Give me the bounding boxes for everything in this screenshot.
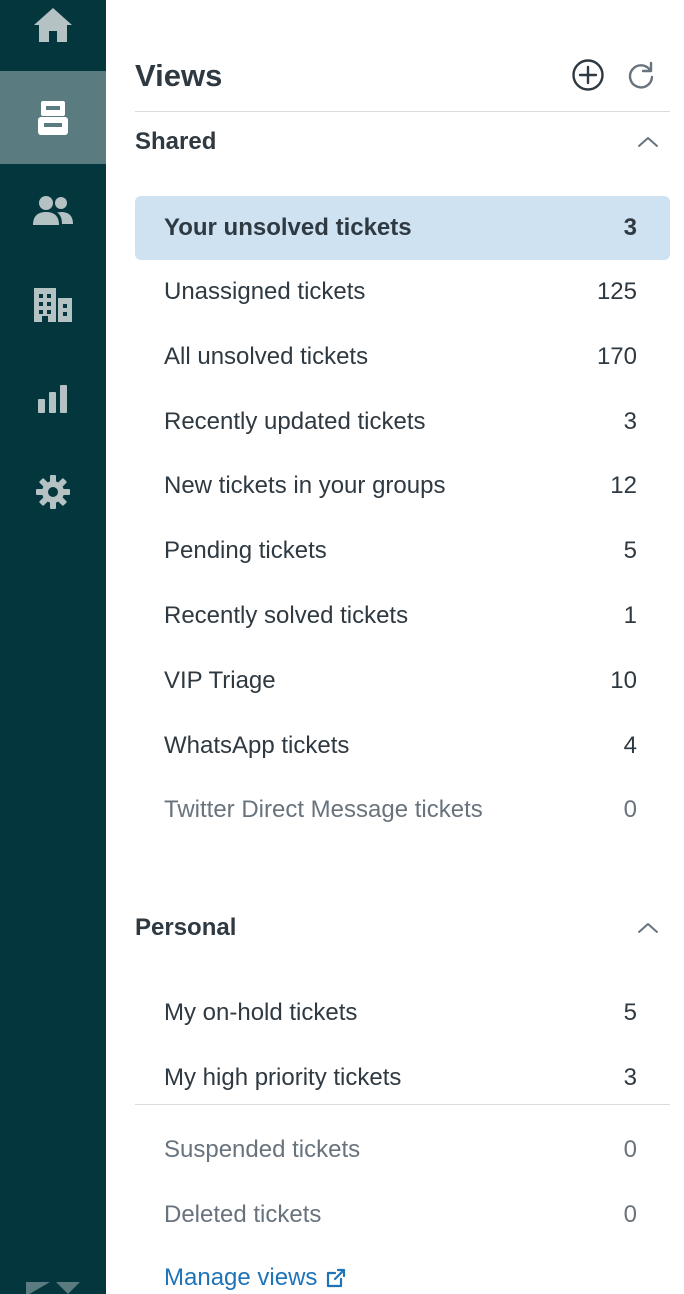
nav-home[interactable]	[0, 0, 106, 71]
organizations-icon	[34, 287, 72, 322]
view-row-recently-solved-tickets[interactable]: Recently solved tickets 1	[135, 584, 670, 648]
view-count: 10	[610, 667, 637, 694]
system-divider	[135, 1104, 670, 1105]
view-row-vip-triage[interactable]: VIP Triage 10	[135, 649, 670, 713]
view-label: My on-hold tickets	[164, 999, 358, 1026]
view-count: 170	[596, 343, 637, 370]
views-icon	[38, 100, 68, 135]
admin-gear-icon	[36, 474, 70, 509]
view-row-new-tickets-in-your-groups[interactable]: New tickets in your groups 12	[135, 454, 670, 518]
view-label: Recently solved tickets	[164, 602, 409, 629]
view-label: Your unsolved tickets	[164, 214, 412, 241]
header-divider	[135, 111, 670, 112]
personal-section-title: Personal	[135, 914, 237, 941]
view-count: 1	[623, 602, 637, 629]
nav-customers[interactable]	[0, 164, 106, 257]
view-count: 125	[596, 278, 637, 305]
nav-reporting[interactable]	[0, 352, 106, 445]
plus-circle-icon	[572, 59, 604, 91]
view-row-whatsapp-tickets[interactable]: WhatsApp tickets 4	[135, 714, 670, 778]
zendesk-logo-icon	[26, 1282, 80, 1294]
view-count: 4	[623, 732, 637, 759]
view-count: 0	[623, 1201, 637, 1228]
shared-section-title: Shared	[135, 128, 217, 155]
view-row-twitter-dm-tickets[interactable]: Twitter Direct Message tickets 0	[135, 778, 670, 842]
external-link-icon	[327, 1268, 346, 1288]
view-count: 3	[623, 408, 637, 435]
view-row-unassigned-tickets[interactable]: Unassigned tickets 125	[135, 260, 670, 324]
manage-views-label: Manage views	[164, 1264, 318, 1291]
home-icon	[34, 7, 72, 42]
view-row-my-on-hold-tickets[interactable]: My on-hold tickets 5	[135, 981, 670, 1045]
view-label: Pending tickets	[164, 537, 327, 564]
reporting-icon	[38, 384, 67, 413]
add-view-button[interactable]	[571, 58, 605, 92]
nav-organizations[interactable]	[0, 258, 106, 351]
page-title: Views	[135, 58, 223, 93]
view-count: 5	[623, 999, 637, 1026]
view-label: My high priority tickets	[164, 1064, 402, 1091]
nav-views[interactable]	[0, 71, 106, 164]
view-count: 5	[623, 537, 637, 564]
view-row-recently-updated-tickets[interactable]: Recently updated tickets 3	[135, 390, 670, 454]
chevron-up-icon[interactable]	[636, 134, 660, 150]
manage-views-link[interactable]: Manage views	[164, 1264, 347, 1292]
view-count: 3	[623, 214, 637, 241]
customers-icon	[33, 195, 73, 225]
view-label: WhatsApp tickets	[164, 732, 350, 759]
view-label: All unsolved tickets	[164, 343, 369, 370]
nav-rail	[0, 0, 106, 1294]
refresh-views-button[interactable]	[624, 58, 658, 92]
view-label: VIP Triage	[164, 667, 276, 694]
view-label: Twitter Direct Message tickets	[164, 796, 483, 823]
view-label: Deleted tickets	[164, 1201, 322, 1228]
view-row-my-high-priority-tickets[interactable]: My high priority tickets 3	[135, 1046, 670, 1110]
view-row-all-unsolved-tickets[interactable]: All unsolved tickets 170	[135, 325, 670, 389]
view-label: Recently updated tickets	[164, 408, 426, 435]
refresh-icon	[628, 61, 654, 89]
view-row-pending-tickets[interactable]: Pending tickets 5	[135, 519, 670, 583]
view-label: New tickets in your groups	[164, 472, 446, 499]
view-label: Suspended tickets	[164, 1136, 361, 1163]
view-row-deleted-tickets[interactable]: Deleted tickets 0	[135, 1183, 670, 1247]
nav-admin[interactable]	[0, 445, 106, 538]
view-count: 12	[610, 472, 637, 499]
view-count: 0	[623, 796, 637, 823]
chevron-up-icon[interactable]	[636, 920, 660, 936]
view-count: 0	[623, 1136, 637, 1163]
views-panel: Views Shared Your unsolved tickets 3 Una…	[106, 0, 684, 1294]
view-row-suspended-tickets[interactable]: Suspended tickets 0	[135, 1118, 670, 1182]
view-count: 3	[623, 1064, 637, 1091]
view-label: Unassigned tickets	[164, 278, 366, 305]
view-row-your-unsolved-tickets[interactable]: Your unsolved tickets 3	[135, 196, 670, 260]
